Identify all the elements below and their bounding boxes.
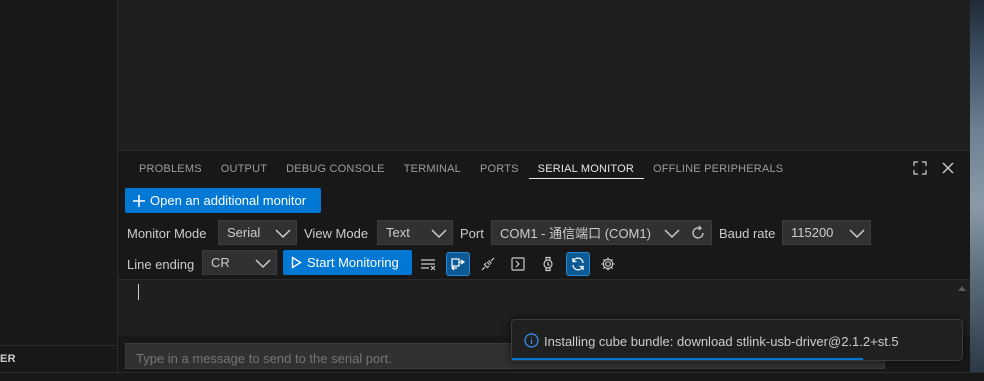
primary-sidebar: ER bbox=[0, 0, 118, 381]
line-ending-value: CR bbox=[211, 255, 230, 270]
clear-output-icon[interactable] bbox=[416, 252, 440, 276]
auto-scroll-icon[interactable] bbox=[566, 252, 590, 276]
plug-icon[interactable] bbox=[476, 252, 500, 276]
info-icon bbox=[524, 333, 539, 348]
gear-icon[interactable] bbox=[596, 252, 620, 276]
tab-offline-peripherals[interactable]: OFFLINE PERIPHERALS bbox=[644, 162, 793, 180]
close-panel-icon[interactable] bbox=[940, 160, 956, 176]
plus-icon bbox=[133, 194, 145, 207]
tab-terminal[interactable]: TERMINAL bbox=[395, 162, 471, 180]
baud-rate-select[interactable]: 115200 bbox=[782, 220, 871, 245]
chevron-down-icon bbox=[275, 229, 291, 239]
notification-message: Installing cube bundle: download stlink-… bbox=[544, 334, 899, 349]
sidebar-section-label: ER bbox=[0, 353, 16, 365]
chevron-down-icon bbox=[664, 229, 680, 239]
view-mode-value: Text bbox=[386, 225, 410, 240]
view-mode-label: View Mode bbox=[304, 226, 369, 241]
port-select[interactable]: COM1 - 通信端口 (COM1) bbox=[491, 220, 712, 245]
tab-output[interactable]: OUTPUT bbox=[212, 162, 277, 180]
baud-rate-label: Baud rate bbox=[719, 226, 776, 241]
terminal-icon[interactable] bbox=[506, 252, 530, 276]
port-label: Port bbox=[460, 226, 484, 241]
toggle-timestamp-icon[interactable] bbox=[446, 252, 470, 276]
watch-icon[interactable] bbox=[536, 252, 560, 276]
text-cursor bbox=[138, 284, 139, 300]
tab-serial-monitor[interactable]: SERIAL MONITOR bbox=[528, 162, 644, 179]
baud-rate-value: 115200 bbox=[791, 225, 834, 240]
start-monitoring-button[interactable]: Start Monitoring bbox=[283, 250, 412, 275]
panel-actions bbox=[912, 160, 956, 176]
monitor-mode-value: Serial bbox=[227, 225, 261, 240]
chevron-down-icon bbox=[431, 229, 447, 239]
tab-problems[interactable]: PROBLEMS bbox=[130, 162, 212, 180]
open-additional-monitor-button[interactable]: Open an additional monitor bbox=[125, 188, 321, 213]
open-monitor-label: Open an additional monitor bbox=[150, 193, 307, 208]
notification-toast[interactable]: Installing cube bundle: download stlink-… bbox=[511, 319, 963, 361]
line-ending-select[interactable]: CR bbox=[202, 250, 277, 275]
start-monitoring-label: Start Monitoring bbox=[307, 255, 399, 270]
port-value: COM1 - 通信端口 (COM1) bbox=[500, 226, 651, 241]
scroll-up-arrow-icon[interactable] bbox=[958, 286, 966, 291]
chevron-down-icon bbox=[255, 259, 271, 269]
refresh-ports-icon[interactable] bbox=[690, 225, 706, 241]
view-mode-select[interactable]: Text bbox=[377, 220, 453, 245]
maximize-panel-icon[interactable] bbox=[912, 160, 928, 176]
tab-debug-console[interactable]: DEBUG CONSOLE bbox=[277, 162, 395, 180]
desktop-wallpaper bbox=[970, 0, 984, 372]
notification-progress-bar bbox=[512, 358, 863, 360]
monitor-mode-label: Monitor Mode bbox=[127, 226, 207, 241]
line-ending-label: Line ending bbox=[127, 257, 195, 272]
chevron-down-icon bbox=[849, 229, 865, 239]
play-icon bbox=[291, 256, 302, 269]
panel-tabs: PROBLEMS OUTPUT DEBUG CONSOLE TERMINAL P… bbox=[130, 162, 793, 180]
monitor-mode-select[interactable]: Serial bbox=[218, 220, 297, 245]
editor-area bbox=[118, 0, 970, 150]
tab-ports[interactable]: PORTS bbox=[471, 162, 529, 180]
status-bar bbox=[0, 372, 984, 381]
sidebar-section-header[interactable]: ER bbox=[0, 345, 118, 371]
